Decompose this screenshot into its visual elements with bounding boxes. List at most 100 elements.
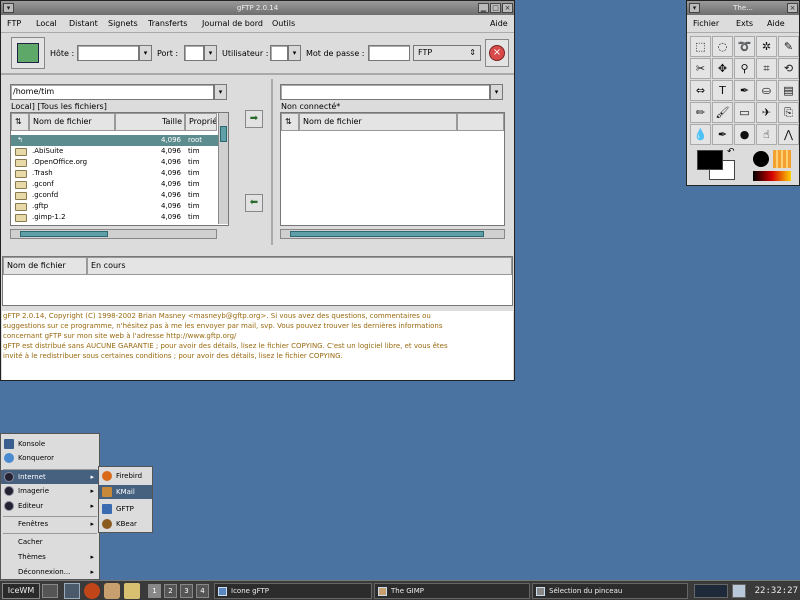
file-row[interactable]: .AbiSuite 4,096 tim — [11, 146, 218, 157]
bezier-icon[interactable]: ✎ — [778, 36, 799, 57]
menu-item-editeur[interactable]: Editeur ▸ — [1, 499, 99, 513]
scissors-icon[interactable]: ✂ — [690, 58, 711, 79]
user-input[interactable] — [270, 45, 288, 61]
minimize-button[interactable]: ▁ — [478, 3, 489, 13]
local-hscroll[interactable] — [10, 229, 217, 239]
rect-select-icon[interactable]: ⬚ — [690, 36, 711, 57]
connect-button[interactable] — [11, 37, 45, 69]
host-dropdown[interactable]: ▾ — [139, 45, 152, 61]
smudge-icon[interactable]: ☝ — [756, 124, 777, 145]
queue-col-name[interactable]: Nom de fichier — [3, 257, 87, 275]
edit-launcher-icon[interactable] — [124, 583, 140, 599]
menu-signets[interactable]: Signets — [108, 19, 138, 28]
local-path-combo[interactable]: /home/tim — [10, 84, 214, 100]
color-picker-icon[interactable]: ✒ — [734, 80, 755, 101]
remote-sort-header[interactable]: ⇅ — [281, 113, 299, 131]
task-gimp[interactable]: The GIMP — [374, 583, 530, 599]
pattern-preview[interactable] — [773, 150, 791, 168]
menu-transferts[interactable]: Transferts — [148, 19, 187, 28]
menu-outils[interactable]: Outils — [272, 19, 295, 28]
menu-item-fenetres[interactable]: Fenêtres ▸ — [1, 517, 99, 531]
workspace-2[interactable]: 2 — [164, 584, 177, 598]
menu-item-cacher[interactable]: Cacher — [1, 535, 99, 549]
swap-colors-icon[interactable]: ↶ — [727, 147, 735, 157]
port-dropdown[interactable]: ▾ — [204, 45, 217, 61]
gimp-menu-exts[interactable]: Exts — [736, 19, 753, 28]
file-row[interactable]: .gconfd 4,096 tim — [11, 190, 218, 201]
remote-col-extra-header[interactable] — [457, 113, 504, 131]
col-name-header[interactable]: Nom de fichier — [29, 113, 115, 131]
menu-item-konqueror[interactable]: Konqueror — [1, 451, 99, 465]
gimp-titlebar[interactable]: The... — [687, 1, 799, 15]
gftp-titlebar[interactable]: gFTP 2.0.14 — [1, 1, 514, 15]
menu-item-deconnexion[interactable]: Déconnexion... ▸ — [1, 565, 99, 579]
ellipse-select-icon[interactable]: ◌ — [712, 36, 733, 57]
menu-journal[interactable]: Journal de bord — [202, 19, 263, 28]
menu-item-firebird[interactable]: Firebird — [99, 469, 152, 483]
remote-file-list[interactable]: ⇅ Nom de fichier — [280, 112, 505, 226]
firebird-launcher-icon[interactable] — [84, 583, 100, 599]
brush-preview[interactable] — [753, 151, 769, 167]
local-file-list[interactable]: ⇅ Nom de fichier Taille Propriét ↰ 4,096… — [10, 112, 229, 226]
menu-ftp[interactable]: FTP — [7, 19, 21, 28]
file-row[interactable]: .gconf 4,096 tim — [11, 179, 218, 190]
maximize-button[interactable]: □ — [490, 3, 501, 13]
menu-item-themes[interactable]: Thèmes ▸ — [1, 550, 99, 564]
menu-item-imagerie[interactable]: Imagerie ▸ — [1, 484, 99, 498]
remote-hscroll[interactable] — [280, 229, 505, 239]
eraser-icon[interactable]: ▭ — [734, 102, 755, 123]
upload-button[interactable]: ➡ — [245, 110, 263, 128]
close-button[interactable]: × — [502, 3, 513, 13]
file-row[interactable]: .gimp-1.2 4,096 tim — [11, 212, 218, 223]
fg-color-swatch[interactable] — [697, 150, 723, 170]
task-gftp[interactable]: Icone gFTP — [214, 583, 372, 599]
lasso-icon[interactable]: ➰ — [734, 36, 755, 57]
hscroll-thumb[interactable] — [290, 231, 484, 237]
bucket-fill-icon[interactable]: ⛀ — [756, 80, 777, 101]
file-row[interactable]: ↰ 4,096 root — [11, 135, 218, 146]
text-icon[interactable]: T — [712, 80, 733, 101]
gimp-launcher-icon[interactable] — [104, 583, 120, 599]
hscroll-thumb[interactable] — [20, 231, 108, 237]
menu-item-kmail[interactable]: KMail — [99, 485, 152, 499]
measure-icon[interactable]: ⋀ — [778, 124, 799, 145]
flip-icon[interactable]: ⇔ — [690, 80, 711, 101]
workspace-1[interactable]: 1 — [148, 584, 161, 598]
window-list-button[interactable] — [42, 584, 58, 598]
menu-item-internet[interactable]: Internet ▸ — [1, 470, 99, 484]
menu-distant[interactable]: Distant — [69, 19, 98, 28]
gimp-menu-aide[interactable]: Aide — [767, 19, 785, 28]
menu-item-gftp[interactable]: GFTP — [99, 502, 152, 516]
col-sort-icon-header[interactable]: ⇅ — [11, 113, 29, 131]
move-icon[interactable]: ✥ — [712, 58, 733, 79]
disconnect-button[interactable]: × — [485, 39, 509, 67]
gimp-menu-fichier[interactable]: Fichier — [693, 19, 719, 28]
zoom-icon[interactable]: ⚲ — [734, 58, 755, 79]
queue-col-progress[interactable]: En cours — [87, 257, 512, 275]
gradient-icon[interactable]: ▤ — [778, 80, 799, 101]
airbrush-icon[interactable]: ✈ — [756, 102, 777, 123]
local-path-dropdown[interactable]: ▾ — [214, 84, 227, 100]
start-button[interactable]: IceWM — [2, 583, 40, 599]
host-input[interactable] — [77, 45, 139, 61]
window-menu-button[interactable]: ▾ — [3, 3, 14, 13]
file-row[interactable]: .gftp 4,096 tim — [11, 201, 218, 212]
magic-wand-icon[interactable]: ✲ — [756, 36, 777, 57]
file-row[interactable]: .Trash 4,096 tim — [11, 168, 218, 179]
file-row[interactable]: .OpenOffice.org 4,096 tim — [11, 157, 218, 168]
clone-icon[interactable]: ⎘ — [778, 102, 799, 123]
mail-icon[interactable] — [732, 584, 746, 598]
password-input[interactable] — [368, 45, 410, 61]
port-input[interactable] — [184, 45, 204, 61]
crop-icon[interactable]: ⌗ — [756, 58, 777, 79]
paintbrush-icon[interactable]: 🖌 — [712, 102, 733, 123]
menu-item-kbear[interactable]: KBear — [99, 517, 152, 531]
pencil-icon[interactable]: ✏ — [690, 102, 711, 123]
pane-divider[interactable] — [271, 79, 273, 245]
ink-icon[interactable]: ✒ — [712, 124, 733, 145]
terminal-launcher-icon[interactable] — [64, 583, 80, 599]
col-owner-header[interactable]: Propriét — [185, 113, 217, 131]
remote-col-name-header[interactable]: Nom de fichier — [299, 113, 457, 131]
gimp-close-button[interactable]: × — [787, 3, 798, 13]
workspace-3[interactable]: 3 — [180, 584, 193, 598]
